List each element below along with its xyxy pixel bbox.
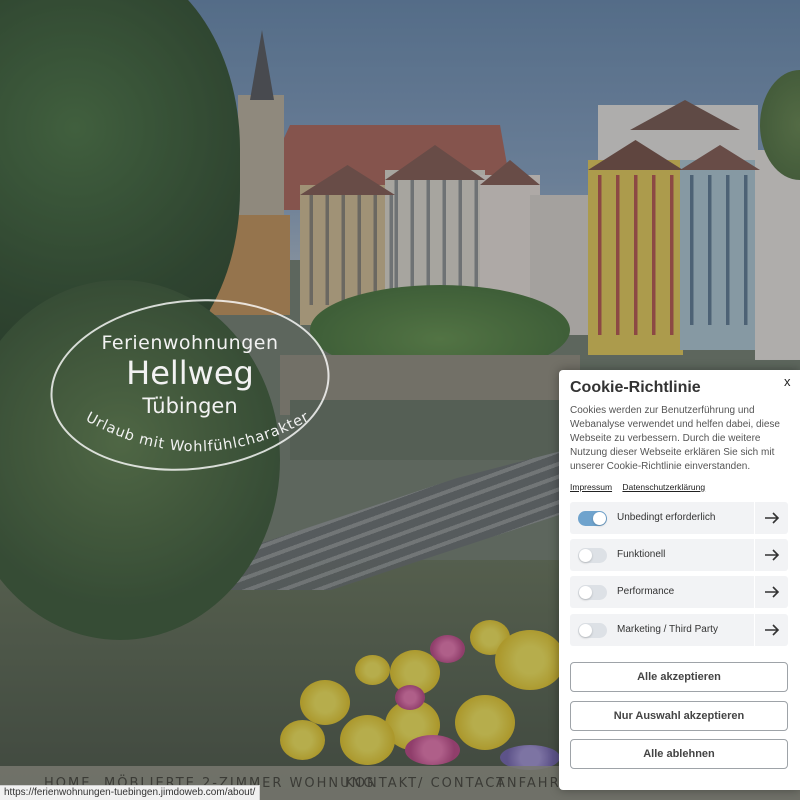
- cookie-description: Cookies werden zur Benutzerführung und W…: [570, 405, 780, 472]
- privacy-policy-link[interactable]: Datenschutzerklärung: [622, 482, 705, 492]
- nav-item-contact[interactable]: KONTAKT/ CONTACT: [345, 776, 506, 791]
- logo-slogan: Urlaub mit Wohlfühlcharakter: [83, 410, 312, 455]
- reject-all-button[interactable]: Alle ablehnen: [570, 739, 788, 769]
- divider: [754, 576, 755, 608]
- toggle-switch[interactable]: [578, 548, 607, 563]
- cookie-title: Cookie-Richtlinie: [570, 379, 701, 396]
- cookie-category-functional[interactable]: Funktionell: [570, 539, 788, 571]
- divider: [754, 539, 755, 571]
- impressum-link[interactable]: Impressum: [570, 482, 612, 492]
- toggle-knob: [579, 586, 592, 599]
- close-button[interactable]: x: [784, 374, 791, 389]
- toggle-knob: [579, 549, 592, 562]
- category-label: Marketing / Third Party: [617, 624, 718, 635]
- cookie-links: Impressum Datenschutzerklärung: [570, 482, 713, 492]
- logo-slogan-text: Urlaub mit Wohlfühlcharakter: [83, 410, 311, 455]
- site-logo[interactable]: Ferienwohnungen Hellweg Tübingen Urlaub …: [41, 285, 339, 485]
- toggle-switch[interactable]: [578, 511, 607, 526]
- category-label: Unbedingt erforderlich: [617, 512, 716, 523]
- arrow-right-icon[interactable]: [762, 509, 782, 527]
- link-preview-statusbar: https://ferienwohnungen-tuebingen.jimdow…: [0, 785, 261, 800]
- divider: [754, 502, 755, 534]
- accept-selection-button[interactable]: Nur Auswahl akzeptieren: [570, 701, 788, 731]
- toggle-knob: [593, 512, 606, 525]
- svg-text:Urlaub mit Wohlfühlcharakter: Urlaub mit Wohlfühlcharakter: [83, 410, 312, 455]
- cookie-category-required[interactable]: Unbedingt erforderlich: [570, 502, 788, 534]
- accept-all-button[interactable]: Alle akzeptieren: [570, 662, 788, 692]
- logo-line-hellweg: Hellweg: [126, 354, 254, 392]
- arrow-right-icon[interactable]: [762, 583, 782, 601]
- toggle-knob: [579, 624, 592, 637]
- arrow-right-icon[interactable]: [762, 621, 782, 639]
- toggle-switch[interactable]: [578, 585, 607, 600]
- cookie-consent-dialog: Cookie-Richtlinie x Cookies werden zur B…: [559, 370, 800, 790]
- toggle-switch[interactable]: [578, 623, 607, 638]
- arrow-right-icon[interactable]: [762, 546, 782, 564]
- category-label: Performance: [617, 586, 675, 597]
- divider: [754, 614, 755, 646]
- cookie-category-marketing[interactable]: Marketing / Third Party: [570, 614, 788, 646]
- category-label: Funktionell: [617, 549, 666, 560]
- cookie-category-performance[interactable]: Performance: [570, 576, 788, 608]
- logo-line-ferienwohnungen: Ferienwohnungen: [101, 332, 279, 354]
